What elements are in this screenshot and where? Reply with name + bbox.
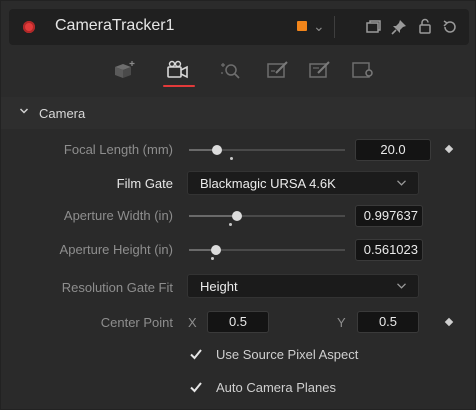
inspector-tabs (1, 49, 475, 98)
resolution-gate-fit-label: Resolution Gate Fit (61, 280, 173, 295)
auto-camera-planes-checkbox[interactable] (189, 380, 203, 394)
center-y-label: Y (337, 315, 346, 330)
chevron-down-icon (397, 283, 406, 289)
aperture-height-label: Aperture Height (in) (59, 242, 173, 257)
aperture-height-slider-knob[interactable] (211, 245, 221, 255)
refine-tab-icon (267, 61, 288, 78)
reset-icon[interactable] (442, 19, 458, 35)
node-header: CameraTracker1 ⌄ (9, 9, 469, 45)
film-gate-label: Film Gate (116, 176, 173, 191)
track-tab-icon (115, 61, 135, 78)
node-color-swatch[interactable] (297, 21, 307, 31)
active-tab-indicator (163, 85, 195, 87)
aperture-width-slider[interactable] (189, 215, 345, 217)
default-value-marker (211, 257, 214, 260)
focal-length-slider-knob[interactable] (212, 145, 222, 155)
inspector-panel: CameraTracker1 ⌄ Camera Focal Length (mm… (0, 0, 476, 410)
aperture-width-slider-knob[interactable] (232, 211, 242, 221)
film-gate-value: Blackmagic URSA 4.6K (200, 176, 336, 191)
aperture-width-input[interactable]: 0.997637 (355, 205, 423, 227)
tab-settings[interactable] (347, 57, 381, 85)
tab-refine[interactable] (261, 57, 295, 85)
node-enable-toggle[interactable] (23, 21, 35, 33)
use-source-pixel-aspect-label[interactable]: Use Source Pixel Aspect (216, 347, 358, 362)
pin-icon[interactable] (391, 19, 407, 35)
focal-length-input[interactable]: 20.0 (355, 139, 431, 161)
chevron-down-icon[interactable] (19, 106, 29, 116)
chevron-down-icon (397, 180, 406, 186)
center-point-label: Center Point (100, 315, 173, 330)
export-tab-icon (309, 61, 330, 78)
header-divider (334, 16, 335, 38)
film-gate-dropdown[interactable]: Blackmagic URSA 4.6K (187, 171, 419, 195)
aperture-height-input[interactable]: 0.561023 (355, 239, 423, 261)
aperture-width-slider-fill (189, 215, 235, 217)
resolution-gate-fit-dropdown[interactable]: Height (187, 274, 419, 298)
auto-camera-planes-label[interactable]: Auto Camera Planes (216, 380, 336, 395)
section-label: Camera (39, 106, 86, 121)
tab-camera[interactable] (161, 57, 195, 85)
center-x-label: X (188, 315, 197, 330)
aperture-width-label: Aperture Width (in) (63, 208, 173, 223)
camera-section-header[interactable]: Camera (1, 97, 475, 131)
aperture-height-slider-fill (189, 249, 213, 251)
version-icon[interactable] (365, 19, 381, 35)
settings-tab-icon (352, 62, 373, 78)
tab-options[interactable] (213, 57, 247, 85)
tab-export[interactable] (303, 57, 337, 85)
tab-track[interactable] (107, 57, 141, 85)
center-y-input[interactable]: 0.5 (357, 311, 419, 333)
default-value-marker (230, 157, 233, 160)
camera-tab-icon (167, 60, 188, 79)
node-title: CameraTracker1 (55, 17, 175, 34)
options-tab-icon (221, 63, 240, 79)
center-x-input[interactable]: 0.5 (207, 311, 269, 333)
lock-icon[interactable] (417, 18, 433, 34)
focal-length-label: Focal Length (mm) (63, 142, 173, 157)
default-value-marker (229, 223, 232, 226)
chevron-down-icon[interactable]: ⌄ (313, 18, 325, 35)
resolution-gate-fit-value: Height (200, 279, 238, 294)
use-source-pixel-aspect-checkbox[interactable] (189, 347, 203, 361)
